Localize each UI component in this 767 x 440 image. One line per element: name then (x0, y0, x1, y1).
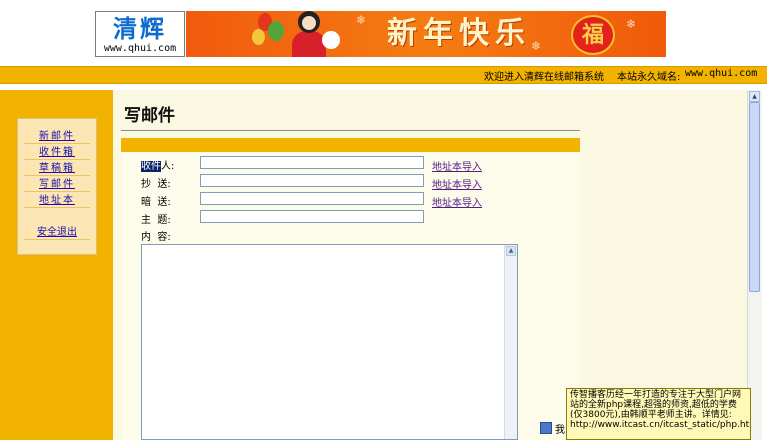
sidebar-menu: 新邮件 收件箱 草稿箱 写邮件 地址本 安全退出 (17, 118, 97, 255)
to-field[interactable] (200, 156, 424, 169)
cc-field[interactable] (200, 174, 424, 187)
banner-greeting: 新年快乐 (387, 16, 531, 51)
form-header-band (121, 138, 580, 152)
top-info-bar: 欢迎进入清辉在线邮箱系统 本站永久域名: www.qhui.com (0, 66, 767, 84)
sidebar-item-new-mail[interactable]: 新邮件 (24, 128, 90, 144)
to-import-link[interactable]: 地址本导入 (432, 158, 482, 173)
computer-icon (540, 422, 552, 434)
to-label: 收件人: (141, 157, 174, 172)
domain-url: www.qhui.com (685, 68, 758, 79)
cc-label: 抄 送: (141, 179, 171, 190)
scroll-up-icon[interactable]: ▲ (506, 246, 516, 256)
girl-face-icon (302, 16, 316, 30)
to-label-selected: 收件 (141, 161, 161, 172)
domain-label: 本站永久域名: (617, 72, 681, 83)
title-divider (121, 130, 580, 131)
sidebar-item-label[interactable]: 写邮件 (39, 179, 75, 190)
sidebar-item-inbox[interactable]: 收件箱 (24, 144, 90, 160)
girl-figure-icon (292, 31, 326, 57)
new-year-banner: ❄ ❄ ❄ 新年快乐 福 (186, 11, 666, 57)
subject-field[interactable] (200, 210, 424, 223)
welcome-text: 欢迎进入清辉在线邮箱系统 (484, 72, 604, 83)
sidebar-item-label[interactable]: 新邮件 (39, 131, 75, 142)
logout-link[interactable]: 安全退出 (37, 227, 77, 238)
sidebar-item-label[interactable]: 地址本 (39, 195, 75, 206)
to-label-rest: 人: (161, 161, 175, 172)
balloon-icon (268, 21, 284, 41)
status-text: 我 (555, 425, 565, 436)
logo-url: www.qhui.com (103, 43, 177, 54)
logo-title: 清辉 (113, 14, 167, 43)
snowman-icon (322, 31, 340, 49)
sidebar-item-address-book[interactable]: 地址本 (24, 192, 90, 208)
scroll-up-icon[interactable]: ▲ (749, 91, 760, 102)
bcc-field[interactable] (200, 192, 424, 205)
bcc-import-link[interactable]: 地址本导入 (432, 194, 482, 209)
page-title: 写邮件 (124, 106, 175, 126)
sidebar-item-logout[interactable]: 安全退出 (24, 224, 90, 240)
sidebar-item-drafts[interactable]: 草稿箱 (24, 160, 90, 176)
sidebar-item-label[interactable]: 收件箱 (39, 147, 75, 158)
snowflake-icon: ❄ (626, 17, 637, 31)
sidebar-item-compose[interactable]: 写邮件 (24, 176, 90, 192)
sidebar-item-label[interactable]: 草稿箱 (39, 163, 75, 174)
bcc-label: 暗 送: (141, 197, 171, 208)
scrollbar-thumb[interactable] (749, 102, 760, 292)
balloon-icon (252, 29, 265, 45)
body-textarea[interactable]: ▲ (141, 244, 518, 440)
ad-popup: 传智播客历经一年打造的专注于大型门户网站的全新php课程,超强的师资,超低的学费… (566, 388, 751, 440)
body-label: 内 容: (141, 232, 171, 243)
fu-lantern-icon: 福 (571, 15, 615, 55)
textarea-scrollbar[interactable]: ▲ (504, 245, 517, 439)
site-logo: 清辉 www.qhui.com (95, 11, 185, 57)
subject-label: 主 题: (141, 215, 171, 226)
cc-import-link[interactable]: 地址本导入 (432, 176, 482, 191)
